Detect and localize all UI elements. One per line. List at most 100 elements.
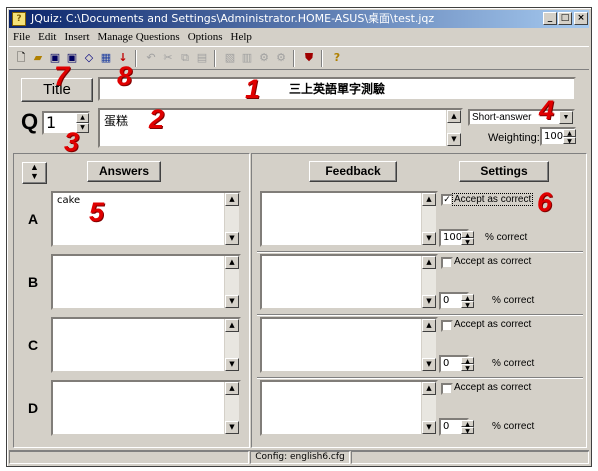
question-text: 蛋糕 (104, 114, 129, 128)
answer-scrollbar-c[interactable]: ▲ ▼ (224, 319, 239, 371)
question-scrollbar[interactable]: ▲ ▼ (446, 110, 461, 146)
feedback-scrollbar-d[interactable]: ▲ ▼ (421, 382, 436, 434)
feedback-input-d[interactable]: ▲ ▼ (260, 380, 438, 436)
settings-header-button[interactable]: Settings (459, 161, 549, 182)
title-input[interactable]: 三上英語單字測驗 (98, 77, 576, 101)
feedback-scrollbar-c[interactable]: ▲ ▼ (421, 319, 436, 371)
feedback-scrollbar-b[interactable]: ▲ ▼ (421, 256, 436, 308)
spin-down-icon[interactable]: ▼ (461, 238, 474, 246)
annotation-6: 6 (537, 187, 553, 217)
percent-spinner-d[interactable]: ▲ ▼ (461, 420, 474, 435)
menu-help[interactable]: Help (227, 29, 256, 45)
answer-scrollbar-b[interactable]: ▲ ▼ (224, 256, 239, 308)
answer-input-a[interactable]: cake ▲ ▼ (51, 191, 241, 247)
status-cell-right (351, 451, 589, 464)
status-bar: Config: english6.cfg (9, 450, 589, 464)
scroll-down-icon[interactable]: ▼ (422, 421, 436, 434)
view-icon[interactable]: ⛊ (301, 50, 317, 66)
scroll-down-icon[interactable]: ▼ (422, 358, 436, 371)
scroll-down-icon[interactable]: ▼ (422, 295, 436, 308)
question-type-select[interactable]: Short-answer ▼ (468, 109, 575, 126)
insert-link-icon[interactable]: ⚙ (256, 50, 272, 66)
scroll-up-icon[interactable]: ▲ (422, 382, 436, 395)
feedback-input-b[interactable]: ▲ ▼ (260, 254, 438, 310)
paste-icon[interactable]: ▤ (194, 50, 210, 66)
scroll-up-icon[interactable]: ▲ (225, 256, 239, 269)
accept-checkbox-b[interactable] (441, 257, 453, 269)
scroll-down-icon[interactable]: ▼ (225, 421, 239, 434)
answers-header-button[interactable]: Answers (87, 161, 161, 182)
web-page-icon[interactable]: ▦ (98, 50, 114, 66)
spin-down-icon[interactable]: ▼ (461, 301, 474, 309)
copy-icon[interactable]: ⧉ (177, 50, 193, 66)
toolbar-separator (321, 50, 323, 67)
cut-icon[interactable]: ✂ (160, 50, 176, 66)
percent-spinner-c[interactable]: ▲ ▼ (461, 357, 474, 372)
title-bar[interactable]: ? JQuiz: C:\Documents and Settings\Admin… (9, 10, 589, 28)
arrow-down-icon: ▼ (30, 171, 39, 181)
menu-options[interactable]: Options (184, 29, 227, 45)
spin-up-icon[interactable]: ▲ (563, 129, 576, 137)
spin-down-icon[interactable]: ▼ (461, 427, 474, 435)
scroll-up-icon[interactable]: ▲ (422, 256, 436, 269)
scroll-up-icon[interactable]: ▲ (447, 110, 461, 123)
scroll-up-icon[interactable]: ▲ (422, 319, 436, 332)
minimize-button[interactable]: _ (543, 12, 557, 25)
weighting-spinner[interactable]: ▲ ▼ (563, 129, 576, 144)
new-file-icon[interactable]: 🗋 (13, 50, 29, 66)
menu-manage-questions[interactable]: Manage Questions (94, 29, 184, 45)
toolbar-separator (293, 50, 295, 67)
spin-up-icon[interactable]: ▲ (461, 357, 474, 365)
row-letter-c: C (28, 337, 39, 353)
feedback-header-button[interactable]: Feedback (309, 161, 397, 182)
scroll-up-icon[interactable]: ▲ (422, 193, 436, 206)
reorder-button[interactable]: ▲ ▼ (22, 162, 47, 184)
spin-up-icon[interactable]: ▲ (76, 113, 89, 123)
spin-down-icon[interactable]: ▼ (563, 136, 576, 144)
insert-picture-icon[interactable]: ▧ (222, 50, 238, 66)
spin-up-icon[interactable]: ▲ (461, 420, 474, 428)
scroll-up-icon[interactable]: ▲ (225, 193, 239, 206)
scroll-up-icon[interactable]: ▲ (225, 319, 239, 332)
answer-input-c[interactable]: ▲ ▼ (51, 317, 241, 373)
spin-down-icon[interactable]: ▼ (461, 364, 474, 372)
row-divider (257, 377, 583, 379)
undo-icon[interactable]: ↶ (143, 50, 159, 66)
feedback-scrollbar-a[interactable]: ▲ ▼ (421, 193, 436, 245)
eraser-icon[interactable]: ◇ (81, 50, 97, 66)
menu-insert[interactable]: Insert (60, 29, 93, 45)
status-config: Config: english6.cfg (250, 451, 350, 464)
spin-up-icon[interactable]: ▲ (461, 231, 474, 239)
accept-checkbox-d[interactable] (441, 383, 453, 395)
menu-edit[interactable]: Edit (34, 29, 60, 45)
feedback-input-c[interactable]: ▲ ▼ (260, 317, 438, 373)
insert-table-icon[interactable]: ▥ (239, 50, 255, 66)
answer-scrollbar-d[interactable]: ▲ ▼ (224, 382, 239, 434)
answer-input-d[interactable]: ▲ ▼ (51, 380, 241, 436)
spin-up-icon[interactable]: ▲ (461, 294, 474, 302)
insert-media-icon[interactable]: ⚙ (273, 50, 289, 66)
row-letter-b: B (28, 274, 39, 290)
scroll-down-icon[interactable]: ▼ (225, 295, 239, 308)
menu-bar: File Edit Insert Manage Questions Options Hel… (9, 29, 589, 45)
scroll-down-icon[interactable]: ▼ (447, 133, 461, 146)
open-folder-icon[interactable]: ▰ (30, 50, 46, 66)
feedback-input-a[interactable]: ▲ ▼ (260, 191, 438, 247)
weighting-label: Weighting: (488, 132, 540, 144)
percent-label-b: % correct (492, 295, 535, 306)
annotation-4: 4 (539, 95, 555, 125)
help-icon[interactable]: ? (329, 50, 345, 66)
answer-input-b[interactable]: ▲ ▼ (51, 254, 241, 310)
accept-checkbox-c[interactable] (441, 320, 453, 332)
percent-spinner-b[interactable]: ▲ ▼ (461, 294, 474, 309)
close-button[interactable]: × (574, 12, 588, 25)
scroll-down-icon[interactable]: ▼ (225, 358, 239, 371)
menu-file[interactable]: File (9, 29, 34, 45)
percent-spinner-a[interactable]: ▲ ▼ (461, 231, 474, 246)
chevron-down-icon[interactable]: ▼ (559, 111, 573, 124)
answer-scrollbar-a[interactable]: ▲ ▼ (224, 193, 239, 245)
scroll-up-icon[interactable]: ▲ (225, 382, 239, 395)
scroll-down-icon[interactable]: ▼ (225, 232, 239, 245)
maximize-button[interactable]: □ (558, 12, 572, 25)
scroll-down-icon[interactable]: ▼ (422, 232, 436, 245)
